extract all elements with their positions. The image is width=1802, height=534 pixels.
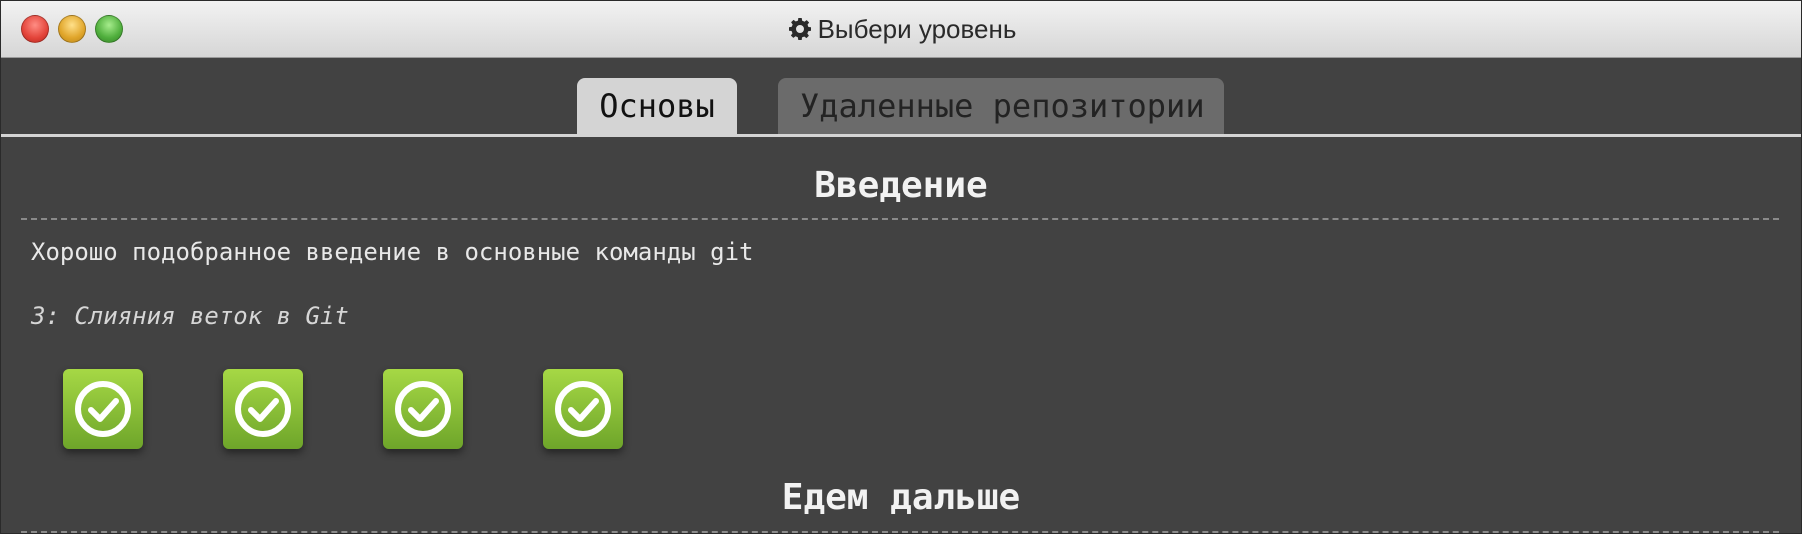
- section-divider: [21, 531, 1779, 533]
- gear-icon: [788, 4, 812, 60]
- section-title-intro: Введение: [814, 165, 988, 206]
- level-button-1[interactable]: [63, 369, 143, 449]
- tab-divider: [1, 134, 1801, 137]
- checkmark-icon: [395, 381, 451, 437]
- checkmark-icon: [555, 381, 611, 437]
- section-title-moving-on: Едем дальше: [781, 477, 1021, 518]
- level-select-window: Выбери уровень Основы Удаленные репозито…: [0, 0, 1802, 534]
- section-divider: [21, 218, 1779, 220]
- checkmark-icon: [235, 381, 291, 437]
- checkmark-icon: [75, 381, 131, 437]
- section-description: Хорошо подобранное введение в основные к…: [31, 238, 754, 266]
- level-button-4[interactable]: [543, 369, 623, 449]
- window-title: Выбери уровень: [1, 1, 1801, 60]
- title-bar: Выбери уровень: [1, 1, 1801, 60]
- window-title-text: Выбери уровень: [817, 14, 1017, 44]
- level-button-3[interactable]: [383, 369, 463, 449]
- tab-basics[interactable]: Основы: [577, 78, 737, 134]
- level-button-2[interactable]: [223, 369, 303, 449]
- tab-remote-repositories[interactable]: Удаленные репозитории: [778, 78, 1224, 134]
- current-level-label: 3: Слияния веток в Git: [31, 302, 349, 330]
